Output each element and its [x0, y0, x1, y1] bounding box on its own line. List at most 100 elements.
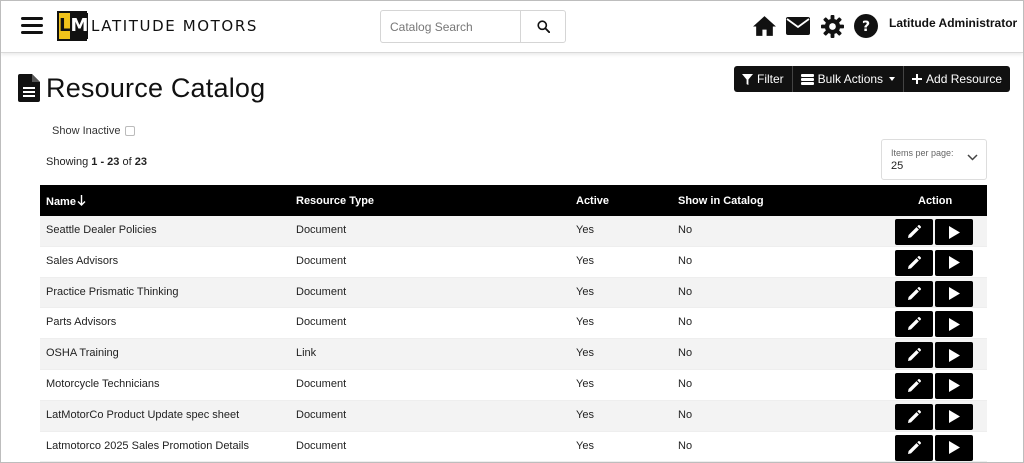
- cell-name: LatMotorCo Product Update spec sheet: [46, 408, 240, 421]
- pencil-icon: [907, 440, 921, 455]
- filter-icon: [742, 73, 753, 85]
- pencil-icon: [907, 286, 921, 301]
- play-icon: [948, 410, 960, 424]
- cell-resource-type: Document: [296, 377, 347, 390]
- showing-of: of: [119, 156, 135, 168]
- showing-total: 23: [134, 156, 147, 168]
- edit-button[interactable]: [895, 311, 933, 338]
- table-row: Sales Advisors Document Yes No: [40, 246, 987, 278]
- chevron-down-icon: [967, 154, 978, 161]
- app-frame: L M LATITUDE MOTORS ?: [0, 0, 1024, 463]
- brand-logo[interactable]: L M LATITUDE MOTORS: [57, 11, 258, 41]
- table-row: OSHA Training Link Yes No: [40, 339, 987, 370]
- cell-active: Yes: [576, 285, 594, 298]
- show-inactive-toggle: Show Inactive: [52, 125, 136, 137]
- cell-resource-type: Document: [296, 408, 347, 421]
- show-inactive-label: Show Inactive: [52, 125, 121, 137]
- play-icon: [948, 287, 960, 301]
- edit-button[interactable]: [895, 249, 933, 276]
- table-row: Parts Advisors Document Yes No: [40, 308, 987, 340]
- edit-button[interactable]: [895, 372, 933, 399]
- edit-button[interactable]: [895, 342, 933, 369]
- cell-show-in-catalog: No: [678, 377, 693, 390]
- play-icon: [948, 256, 960, 270]
- column-header-name[interactable]: Name: [46, 195, 86, 208]
- launch-button[interactable]: [935, 249, 973, 276]
- edit-button[interactable]: [895, 219, 933, 245]
- user-menu[interactable]: Latitude Administrator: [889, 16, 1023, 30]
- cell-active: Yes: [576, 408, 594, 421]
- results-count: Showing 1 - 23 of 23: [46, 156, 147, 168]
- pencil-icon: [907, 317, 921, 331]
- add-resource-button[interactable]: Add Resource: [904, 66, 1010, 92]
- launch-button[interactable]: [935, 311, 973, 338]
- edit-button[interactable]: [895, 434, 933, 461]
- cell-show-in-catalog: No: [678, 254, 693, 267]
- cell-show-in-catalog: No: [678, 224, 693, 236]
- top-navbar: L M LATITUDE MOTORS ?: [1, 1, 1023, 53]
- menu-icon[interactable]: [21, 17, 43, 35]
- launch-button[interactable]: [935, 280, 973, 307]
- show-inactive-checkbox[interactable]: [125, 126, 136, 136]
- cell-name: Seattle Dealer Policies: [46, 224, 157, 236]
- pencil-icon: [907, 378, 921, 393]
- chevron-down-icon: [889, 77, 896, 81]
- column-header-active: Active: [576, 195, 610, 207]
- home-icon[interactable]: [751, 13, 777, 39]
- play-icon: [948, 317, 960, 331]
- brand-name: LATITUDE MOTORS: [91, 17, 258, 35]
- edit-button[interactable]: [895, 280, 933, 307]
- column-header-catalog: Show in Catalog: [678, 195, 764, 207]
- table-row: Latmotorco 2025 Sales Promotion Details D…: [40, 431, 987, 462]
- resource-table: Name Resource Type Active Show in Catalo…: [40, 185, 987, 462]
- showing-range: 1 - 23: [91, 156, 120, 168]
- search-button[interactable]: [520, 11, 565, 42]
- launch-button[interactable]: [935, 403, 973, 430]
- table-body: Seattle Dealer Policies Document Yes No Sale…: [40, 216, 987, 462]
- cell-active: Yes: [576, 347, 594, 360]
- edit-button[interactable]: [895, 403, 933, 430]
- cell-active: Yes: [576, 316, 594, 329]
- catalog-toolbar: Filter Bulk Actions Add Resource: [734, 66, 1011, 92]
- cell-resource-type: Document: [296, 285, 347, 298]
- page-heading: Resource Catalog: [46, 72, 266, 103]
- items-per-page-value: 25: [891, 160, 904, 172]
- mail-icon[interactable]: [785, 13, 811, 39]
- cell-show-in-catalog: No: [678, 439, 693, 452]
- items-per-page-select[interactable]: Items per page: 25: [881, 139, 987, 180]
- cell-resource-type: Link: [296, 347, 317, 360]
- cell-show-in-catalog: No: [678, 316, 693, 329]
- cell-name: Motorcycle Technicians: [46, 377, 160, 390]
- logo-letter-m: M: [70, 13, 89, 39]
- play-icon: [948, 379, 960, 393]
- list-icon: [800, 73, 814, 85]
- cell-show-in-catalog: No: [678, 347, 693, 360]
- user-name: Latitude Administrator: [889, 16, 1018, 30]
- add-resource-label: Add Resource: [926, 72, 1003, 86]
- bulk-actions-button[interactable]: Bulk Actions: [793, 66, 905, 92]
- svg-text:?: ?: [862, 19, 870, 35]
- gear-icon[interactable]: [819, 13, 845, 39]
- filter-label: Filter: [757, 72, 784, 86]
- document-icon: [18, 74, 40, 102]
- play-icon: [948, 348, 960, 362]
- help-icon[interactable]: ?: [853, 13, 879, 39]
- search-icon: [536, 20, 550, 33]
- play-icon: [948, 441, 960, 455]
- table-header: Name Resource Type Active Show in Catalo…: [40, 185, 987, 216]
- filter-button[interactable]: Filter: [734, 66, 793, 92]
- launch-button[interactable]: [935, 342, 973, 369]
- pencil-icon: [907, 255, 921, 270]
- cell-active: Yes: [576, 224, 594, 236]
- page-title: Resource Catalog: [18, 71, 265, 105]
- launch-button[interactable]: [935, 434, 973, 461]
- cell-show-in-catalog: No: [678, 408, 693, 421]
- showing-prefix: Showing: [46, 156, 92, 168]
- launch-button[interactable]: [935, 219, 973, 245]
- search-input[interactable]: [381, 11, 520, 42]
- launch-button[interactable]: [935, 372, 973, 399]
- sort-arrow-down-icon: [77, 195, 86, 206]
- play-icon: [948, 225, 960, 239]
- table-row: LatMotorCo Product Update spec sheet Docu…: [40, 400, 987, 432]
- cell-name: Practice Prismatic Thinking: [46, 285, 179, 298]
